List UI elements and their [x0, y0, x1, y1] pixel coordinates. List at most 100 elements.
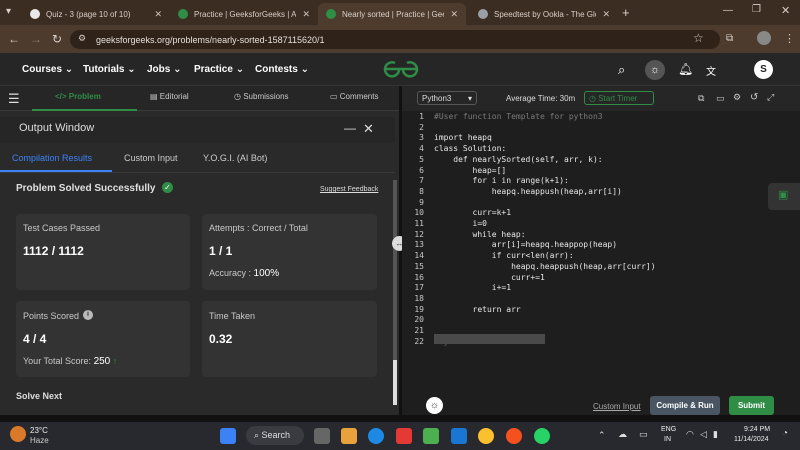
- restore-window-icon[interactable]: ❐: [752, 4, 761, 15]
- site-info-icon[interactable]: ⚙: [78, 33, 86, 44]
- custom-input-link[interactable]: Custom Input: [593, 402, 641, 411]
- tab-comments[interactable]: ▭ Comments: [330, 92, 378, 101]
- code-line[interactable]: heap=[]: [434, 166, 507, 175]
- edge-icon[interactable]: [368, 428, 384, 444]
- code-line[interactable]: def nearlySorted(self, arr, k):: [434, 155, 602, 164]
- store-icon[interactable]: [341, 428, 357, 444]
- nav-practice[interactable]: Practice ⌄: [194, 64, 244, 75]
- fullscreen-icon[interactable]: ⤢: [767, 92, 774, 103]
- browser-tab-quiz[interactable]: Quiz - 3 (page 10 of 10) ✕: [22, 3, 170, 25]
- subtab-compilation-results[interactable]: Compilation Results: [12, 153, 92, 163]
- theme-light-icon[interactable]: ☼: [426, 397, 443, 414]
- clock-time[interactable]: 9:24 PM: [744, 426, 770, 433]
- code-line[interactable]: #User function Template for python3: [434, 112, 603, 121]
- extensions-icon[interactable]: ⧉: [726, 33, 733, 44]
- compile-run-button[interactable]: Compile & Run: [650, 396, 720, 415]
- subtab-custom-input[interactable]: Custom Input: [124, 153, 178, 163]
- points-label: Points Scored: [23, 311, 80, 321]
- browser-tab-speedtest[interactable]: Speedtest by Ookla - The Glob ✕: [470, 3, 618, 25]
- new-tab-button[interactable]: +: [622, 5, 630, 20]
- weather-icon[interactable]: [10, 426, 26, 442]
- reload-icon[interactable]: ↻: [52, 32, 62, 46]
- scrollbar-thumb[interactable]: [393, 360, 397, 405]
- code-line[interactable]: arr[i]=heapq.heappop(heap): [434, 240, 617, 249]
- browser-tab-practice[interactable]: Practice | GeeksforGeeks | A co ✕: [170, 3, 318, 25]
- close-tab-icon[interactable]: ✕: [450, 9, 458, 20]
- url-bar[interactable]: geeksforgeeks.org/problems/nearly-sorted…: [70, 30, 720, 49]
- code-line[interactable]: heapq.heappush(heap,arr[curr]): [434, 262, 656, 271]
- code-line[interactable]: return arr: [434, 305, 521, 314]
- bookmark-star-icon[interactable]: ☆: [693, 31, 704, 45]
- browser-menu-icon[interactable]: ⋮: [784, 32, 795, 45]
- download-icon[interactable]: ▭: [716, 93, 725, 104]
- youtube-icon[interactable]: [396, 428, 412, 444]
- tab-list-icon[interactable]: ▾: [6, 6, 11, 17]
- input-language[interactable]: ENG: [661, 426, 676, 433]
- battery-status-icon[interactable]: ▮: [713, 429, 718, 440]
- reset-icon[interactable]: ↺: [750, 92, 758, 103]
- nav-courses[interactable]: Courses ⌄: [22, 64, 73, 75]
- notifications-icon[interactable]: ◔: [782, 428, 788, 439]
- copy-icon[interactable]: ⧉: [698, 93, 704, 104]
- line-number: 12: [414, 229, 424, 239]
- close-panel-icon[interactable]: ✕: [363, 121, 374, 137]
- tray-chevron-icon[interactable]: ⌃: [598, 430, 606, 441]
- settings-icon[interactable]: ⚙: [733, 92, 741, 103]
- input-region[interactable]: IN: [664, 436, 671, 443]
- suggest-feedback-link[interactable]: Suggest Feedback: [320, 186, 378, 193]
- language-select[interactable]: Python3 ▾: [417, 91, 477, 105]
- nav-tutorials[interactable]: Tutorials ⌄: [83, 64, 136, 75]
- code-line[interactable]: heapq.heappush(heap,arr[i]): [434, 187, 622, 196]
- subtab-yogi-ai-bot[interactable]: Y.O.G.I. (AI Bot): [203, 153, 267, 163]
- code-line[interactable]: while heap:: [434, 230, 526, 239]
- browser-tab-nearly-sorted[interactable]: Nearly sorted | Practice | Geeks ✕: [318, 3, 466, 25]
- close-tab-icon[interactable]: ✕: [602, 9, 610, 20]
- back-arrow-icon[interactable]: ←: [8, 32, 20, 46]
- close-tab-icon[interactable]: ✕: [154, 9, 162, 20]
- close-tab-icon[interactable]: ✕: [302, 9, 310, 20]
- taskbar-search[interactable]: ⌕ Search: [246, 426, 304, 445]
- code-line[interactable]: i=0: [434, 219, 487, 228]
- line-number: 9: [419, 197, 424, 207]
- windows-start-icon[interactable]: [220, 428, 236, 444]
- code-line[interactable]: i+=1: [434, 283, 511, 292]
- wifi-icon[interactable]: ◠: [686, 429, 694, 440]
- code-line[interactable]: import heapq: [434, 133, 492, 142]
- code-line[interactable]: if curr<len(arr):: [434, 251, 574, 260]
- chrome-icon[interactable]: [478, 428, 494, 444]
- cloud-icon[interactable]: ☁: [618, 429, 627, 440]
- code-line[interactable]: for i in range(k+1):: [434, 176, 569, 185]
- profile-avatar[interactable]: [757, 31, 771, 45]
- clock-date[interactable]: 11/14/2024: [734, 436, 769, 443]
- user-avatar[interactable]: S: [754, 60, 773, 79]
- battery-icon[interactable]: ▭: [639, 429, 648, 440]
- code-editor[interactable]: [402, 86, 800, 392]
- volume-icon[interactable]: ◁: [700, 429, 707, 440]
- chrome-profile-icon[interactable]: [506, 428, 522, 444]
- whatsapp-icon[interactable]: [534, 428, 550, 444]
- tab-problem[interactable]: </> Problem: [55, 92, 101, 101]
- nav-jobs[interactable]: Jobs ⌄: [147, 64, 182, 75]
- code-line[interactable]: curr=k+1: [434, 208, 512, 217]
- tab-editorial[interactable]: ▤ Editorial: [150, 92, 189, 101]
- app-icon[interactable]: [423, 428, 439, 444]
- minimize-window-icon[interactable]: —: [723, 5, 733, 16]
- start-timer-button[interactable]: ◷ Start Timer: [584, 91, 654, 105]
- search-icon[interactable]: ⌕: [618, 62, 625, 78]
- theme-toggle-icon[interactable]: ☼: [645, 60, 665, 80]
- hamburger-menu-icon[interactable]: ☰: [8, 91, 20, 107]
- code-line[interactable]: class Solution:: [434, 144, 506, 153]
- task-view-icon[interactable]: [314, 428, 330, 444]
- tab-submissions[interactable]: ◷ Submissions: [234, 92, 289, 101]
- forward-arrow-icon[interactable]: →: [30, 32, 42, 46]
- info-icon[interactable]: i: [83, 310, 93, 320]
- translate-icon[interactable]: 文: [706, 63, 716, 78]
- submit-button[interactable]: Submit: [729, 396, 774, 415]
- gfg-logo[interactable]: [381, 60, 421, 78]
- vscode-icon[interactable]: [451, 428, 467, 444]
- notification-bell-icon[interactable]: 🔔︎: [678, 62, 693, 76]
- close-window-icon[interactable]: ✕: [781, 4, 790, 17]
- minimize-panel-icon[interactable]: —: [344, 121, 356, 135]
- nav-contests[interactable]: Contests ⌄: [255, 64, 309, 75]
- code-line[interactable]: curr+=1: [434, 273, 545, 282]
